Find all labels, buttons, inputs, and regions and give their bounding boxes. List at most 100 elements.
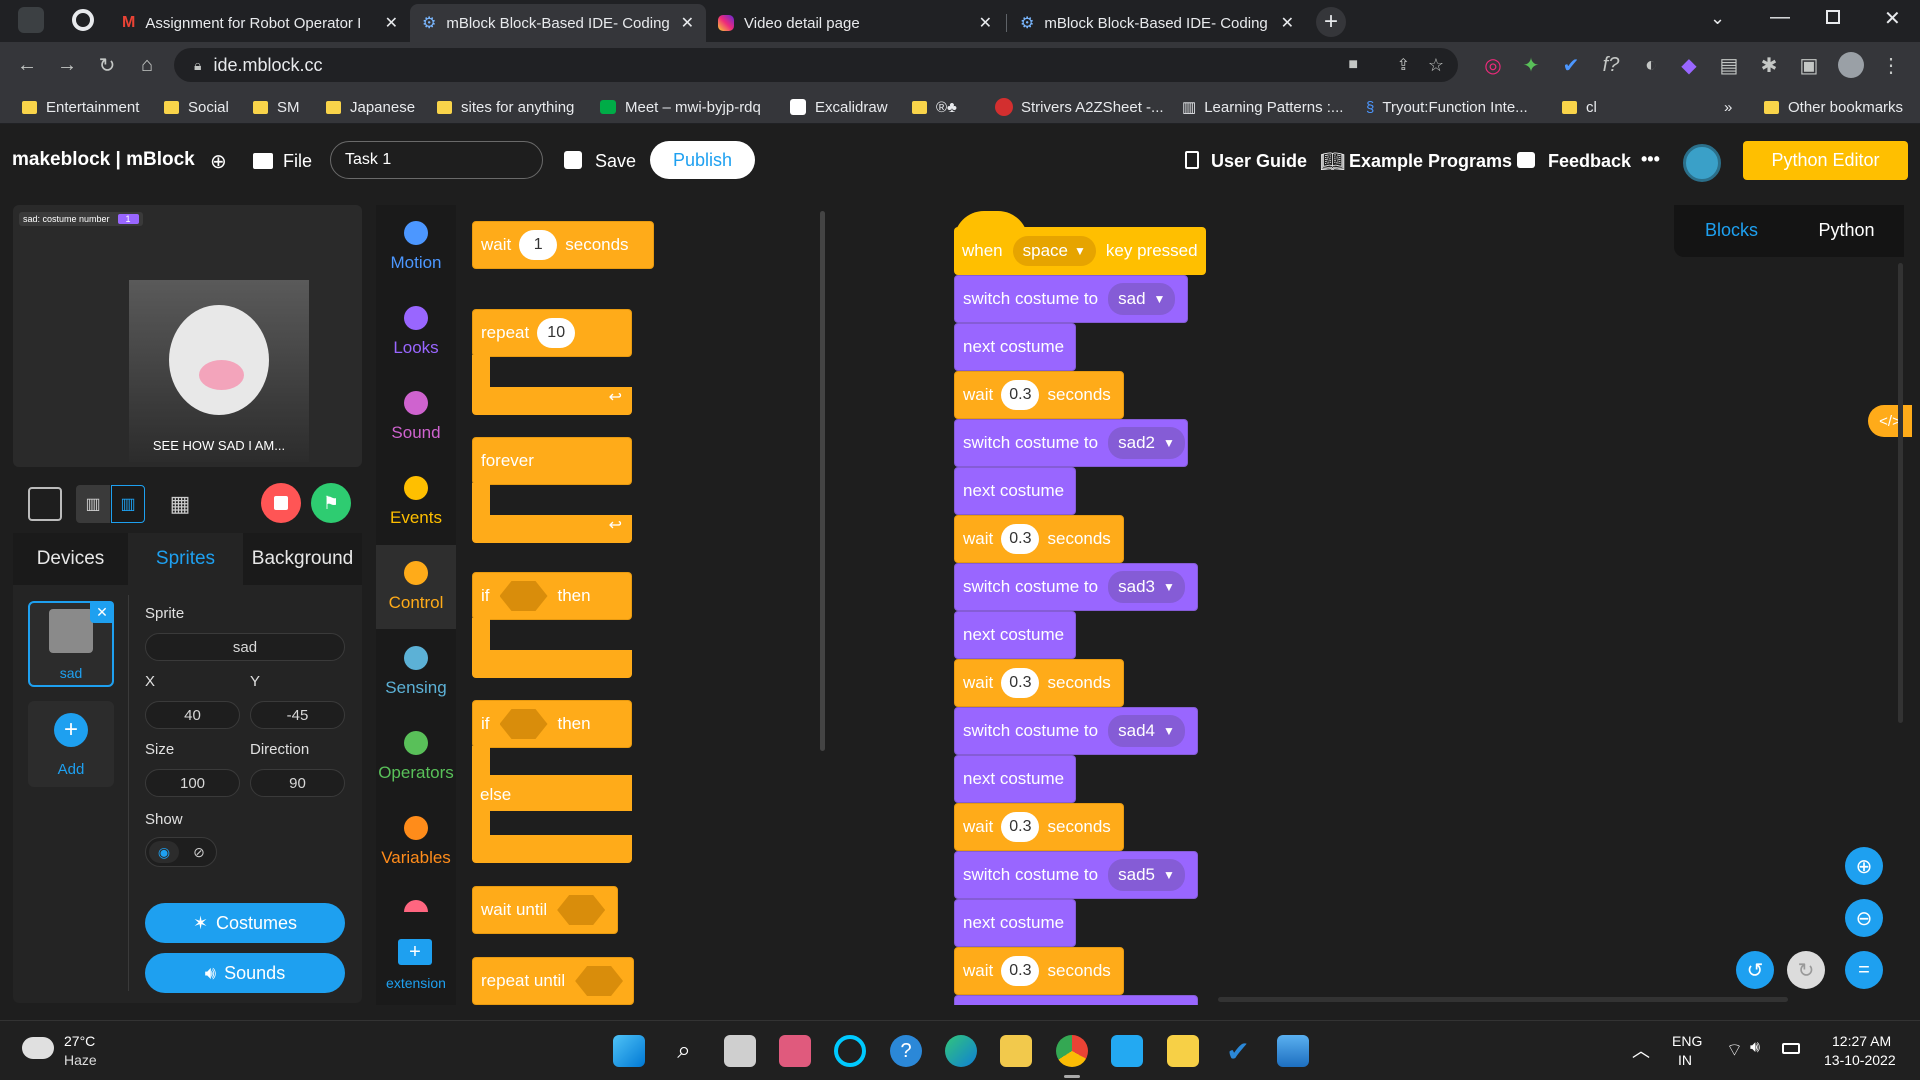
wait-input[interactable]: 0.3 [1001, 524, 1040, 554]
category-motion[interactable]: Motion [376, 205, 456, 289]
close-icon[interactable]: ✕ [90, 601, 114, 623]
extension-button[interactable]: + extension [376, 925, 456, 1005]
palette-scrollbar[interactable] [820, 211, 825, 751]
costume-dropdown[interactable]: sad3 ▼ [1108, 571, 1185, 603]
bookmark-item[interactable]: SM [253, 96, 300, 118]
wait-seconds-block[interactable]: wait 0.3 seconds [954, 803, 1124, 851]
weather-temp[interactable]: 27°C [64, 1033, 95, 1049]
palette-repeat-block[interactable]: repeat 10 [472, 309, 632, 357]
condition-slot[interactable] [499, 581, 548, 611]
share-icon[interactable]: ⇪ [1397, 55, 1410, 75]
sprite-image[interactable]: SEE HOW SAD I AM... [129, 280, 309, 462]
x-input[interactable]: 40 [145, 701, 240, 729]
menu-icon[interactable]: ⋮ [1878, 52, 1904, 78]
next-costume-block[interactable]: next costume [954, 899, 1076, 947]
bookmark-item[interactable]: sites for anything [437, 96, 574, 118]
avatar[interactable] [1838, 52, 1864, 78]
search-icon[interactable]: ⌕ [668, 1035, 700, 1067]
next-costume-block[interactable]: next costume [954, 611, 1076, 659]
stop-button[interactable] [261, 483, 301, 523]
side-panel-icon[interactable]: ▣ [1796, 52, 1822, 78]
bookmark-item[interactable]: ®♣ [912, 96, 957, 118]
extension-icon[interactable]: ✔ [1558, 52, 1584, 78]
wait-seconds-block[interactable]: wait 0.3 seconds [954, 659, 1124, 707]
save-button[interactable]: Save [595, 151, 636, 172]
user-avatar[interactable] [1683, 144, 1721, 182]
restore-button[interactable] [1826, 10, 1840, 24]
alexa-icon[interactable] [834, 1035, 866, 1067]
reload-icon[interactable]: ↻ [94, 52, 120, 78]
large-stage-button[interactable]: ▥ [111, 485, 145, 523]
workspace-scrollbar-h[interactable] [1218, 997, 1788, 1002]
script-workspace[interactable]: Blocks Python when space ▼ key pressed sw… [832, 205, 1912, 1005]
vscode-icon[interactable] [1111, 1035, 1143, 1067]
start-icon[interactable] [613, 1035, 645, 1067]
next-costume-block[interactable]: next costume [954, 323, 1076, 371]
next-costume-block[interactable]: next costume [954, 755, 1076, 803]
sprite-name-input[interactable]: sad [145, 633, 345, 661]
palette-if-else-block[interactable]: if then [472, 700, 632, 748]
undo-button[interactable]: ↺ [1736, 951, 1774, 989]
switch-costume-block[interactable]: switch costume to sad ▼ [954, 275, 1188, 323]
edge-icon[interactable] [945, 1035, 977, 1067]
add-sprite-button[interactable]: + Add [28, 701, 114, 787]
costumes-button[interactable]: ✶ Costumes [145, 903, 345, 943]
palette-repeat-until-block[interactable]: repeat until [472, 957, 634, 1005]
category-sound[interactable]: Sound [376, 375, 456, 459]
category-variables[interactable]: Variables [376, 800, 456, 884]
switch-costume-block[interactable]: switch costume to sad5 ▼ [954, 851, 1198, 899]
zoom-reset-button[interactable]: = [1845, 951, 1883, 989]
palette-forever-block[interactable]: forever [472, 437, 632, 485]
redo-button[interactable]: ↻ [1787, 951, 1825, 989]
switch-costume-block[interactable]: switch costume to sad2 ▼ [954, 419, 1188, 467]
wait-input[interactable]: 0.3 [1001, 668, 1040, 698]
green-flag-button[interactable]: ⚑ [311, 483, 351, 523]
camera-icon[interactable]: ■ [1348, 56, 1358, 74]
address-bar[interactable]: 🔒︎ ide.mblock.cc ■ ⇪ ☆ [174, 48, 1458, 82]
when-key-pressed-block[interactable]: when space ▼ key pressed [954, 227, 1206, 275]
puzzle-icon[interactable]: ✱ [1756, 52, 1782, 78]
next-costume-block[interactable]: next costume [954, 467, 1076, 515]
tab-sprites[interactable]: Sprites [128, 533, 243, 585]
new-tab-button[interactable]: + [1316, 7, 1346, 37]
sticky-notes-icon[interactable] [1167, 1035, 1199, 1067]
code-toggle-button[interactable]: </> [1868, 405, 1912, 437]
file-explorer-icon[interactable] [1000, 1035, 1032, 1067]
bookmark-item[interactable]: Meet – mwi-byjp-rdq [600, 96, 761, 118]
size-input[interactable]: 100 [145, 769, 240, 797]
extension-icon[interactable]: ◐ [1638, 52, 1664, 78]
minimize-button[interactable]: — [1770, 6, 1790, 29]
back-icon[interactable]: ← [14, 52, 40, 78]
zoom-in-button[interactable]: ⊕ [1845, 847, 1883, 885]
publish-button[interactable]: Publish [650, 141, 755, 179]
profile-menu-icon[interactable] [18, 7, 44, 33]
extension-icon[interactable]: ✦ [1518, 52, 1544, 78]
wait-seconds-block[interactable]: wait 0.3 seconds [954, 515, 1124, 563]
more-menu[interactable]: ••• [1641, 149, 1660, 170]
extension-icon[interactable]: ◆ [1676, 52, 1702, 78]
close-icon[interactable]: ✕ [681, 13, 694, 33]
wait-seconds-block[interactable]: wait 0.3 seconds [954, 947, 1124, 995]
switch-costume-block[interactable]: switch costume to sad3 ▼ [954, 563, 1198, 611]
partial-block[interactable] [954, 995, 1198, 1005]
bookmark-item[interactable]: Social [164, 96, 229, 118]
eye-off-icon[interactable]: ⊘ [184, 841, 214, 863]
workspace-scrollbar-v[interactable] [1898, 263, 1903, 723]
costume-dropdown[interactable]: sad5 ▼ [1108, 859, 1185, 891]
palette-if-block[interactable]: if then [472, 572, 632, 620]
zoom-out-button[interactable]: ⊖ [1845, 899, 1883, 937]
bookmark-item[interactable]: ▥ Learning Patterns :... [1182, 96, 1343, 118]
chevron-up-icon[interactable]: ︿ [1632, 1037, 1650, 1063]
forward-icon[interactable]: → [54, 52, 80, 78]
eye-icon[interactable]: ◉ [149, 841, 179, 863]
wait-input[interactable]: 0.3 [1001, 956, 1040, 986]
condition-slot[interactable] [575, 966, 623, 996]
category-control[interactable]: Control [376, 545, 456, 629]
tab-background[interactable]: Background [243, 533, 362, 585]
bookmark-item[interactable]: § Tryout:Function Inte... [1366, 96, 1528, 118]
wait-input[interactable]: 0.3 [1001, 812, 1040, 842]
key-dropdown[interactable]: space ▼ [1012, 236, 1096, 266]
direction-input[interactable]: 90 [250, 769, 345, 797]
small-stage-button[interactable]: ▥ [76, 485, 110, 523]
extension-icon[interactable]: ◎ [1480, 52, 1506, 78]
